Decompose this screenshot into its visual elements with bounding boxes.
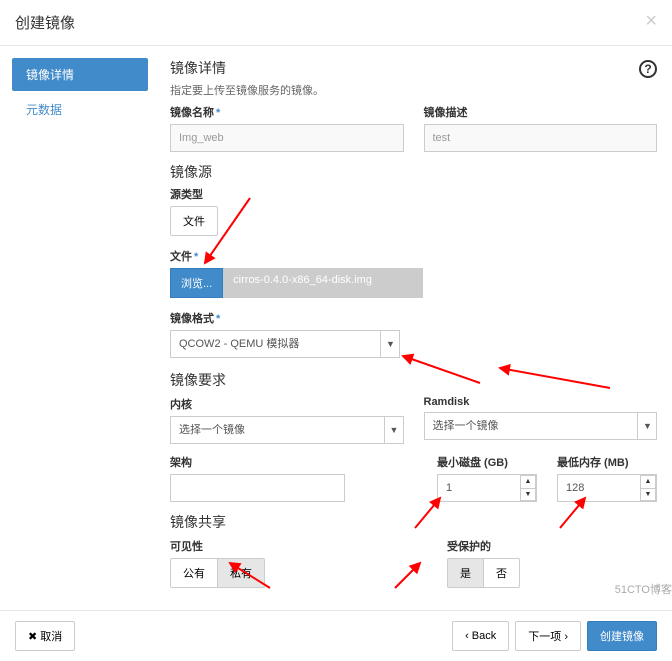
- modal-footer: ✖ 取消 ‹ Back 下一项 › 创建镜像 51CTO博客: [0, 610, 672, 661]
- chevron-down-icon[interactable]: ▼: [640, 488, 656, 502]
- arch-input[interactable]: [170, 474, 345, 502]
- min-ram-stepper[interactable]: ▲▼: [640, 475, 656, 501]
- create-image-modal: 创建镜像 × 镜像详情 元数据 ? 镜像详情 指定要上传至镜像服务的镜像。 镜像…: [0, 0, 672, 661]
- label-kernel: 内核: [170, 396, 404, 412]
- modal-header: 创建镜像 ×: [0, 0, 672, 46]
- label-visibility: 可见性: [170, 538, 345, 554]
- label-file: 文件: [170, 248, 657, 264]
- label-min-ram: 最低内存 (MB): [557, 454, 657, 470]
- visibility-public-button[interactable]: 公有: [170, 558, 218, 588]
- sidebar-item-metadata[interactable]: 元数据: [12, 93, 148, 126]
- source-type-button[interactable]: 文件: [170, 206, 218, 236]
- protected-yes-button[interactable]: 是: [447, 558, 484, 588]
- close-icon: ✖: [28, 631, 40, 643]
- section-title-sharing: 镜像共享: [170, 512, 657, 532]
- label-format: 镜像格式: [170, 310, 657, 326]
- min-disk-stepper[interactable]: ▲▼: [520, 475, 536, 501]
- protected-toggle: 是 否: [447, 558, 520, 588]
- browse-button[interactable]: 浏览...: [170, 268, 223, 298]
- chevron-down-icon[interactable]: ▼: [520, 488, 536, 502]
- label-image-desc: 镜像描述: [424, 104, 658, 120]
- label-protected: 受保护的: [447, 538, 657, 554]
- sidebar: 镜像详情 元数据: [0, 58, 160, 598]
- back-button[interactable]: ‹ Back: [452, 621, 509, 651]
- sidebar-item-label: 镜像详情: [26, 68, 74, 82]
- image-name-input[interactable]: [170, 124, 404, 152]
- sidebar-item-label: 元数据: [26, 103, 62, 117]
- next-button[interactable]: 下一项 ›: [515, 621, 581, 651]
- section-title-details: 镜像详情: [170, 58, 657, 78]
- modal-body: 镜像详情 元数据 ? 镜像详情 指定要上传至镜像服务的镜像。 镜像名称 镜像描述: [0, 46, 672, 610]
- help-icon[interactable]: ?: [639, 60, 657, 78]
- section-subtitle: 指定要上传至镜像服务的镜像。: [170, 82, 657, 98]
- section-title-requirements: 镜像要求: [170, 370, 657, 390]
- label-image-name: 镜像名称: [170, 104, 404, 120]
- section-title-source: 镜像源: [170, 162, 657, 182]
- chevron-up-icon[interactable]: ▲: [640, 475, 656, 488]
- chevron-right-icon: ›: [561, 631, 568, 643]
- protected-no-button[interactable]: 否: [484, 558, 520, 588]
- label-source-type: 源类型: [170, 186, 657, 202]
- sidebar-item-details[interactable]: 镜像详情: [12, 58, 148, 91]
- visibility-toggle: 公有 私有: [170, 558, 265, 588]
- ramdisk-select[interactable]: 选择一个镜像: [424, 412, 658, 440]
- modal-title: 创建镜像: [15, 12, 657, 33]
- visibility-private-button[interactable]: 私有: [218, 558, 265, 588]
- chevron-left-icon: ‹: [465, 630, 472, 642]
- image-desc-input[interactable]: [424, 124, 658, 152]
- format-select[interactable]: QCOW2 - QEMU 模拟器: [170, 330, 400, 358]
- chevron-up-icon[interactable]: ▲: [520, 475, 536, 488]
- kernel-select[interactable]: 选择一个镜像: [170, 416, 404, 444]
- label-min-disk: 最小磁盘 (GB): [437, 454, 537, 470]
- label-arch: 架构: [170, 454, 345, 470]
- file-name-display: cirros-0.4.0-x86_64-disk.img: [223, 268, 423, 298]
- create-image-button[interactable]: 创建镜像: [587, 621, 657, 651]
- cancel-button[interactable]: ✖ 取消: [15, 621, 75, 651]
- label-ramdisk: Ramdisk: [424, 396, 658, 408]
- close-icon[interactable]: ×: [645, 10, 657, 33]
- main-panel: ? 镜像详情 指定要上传至镜像服务的镜像。 镜像名称 镜像描述 镜像源 源类型 …: [160, 58, 672, 598]
